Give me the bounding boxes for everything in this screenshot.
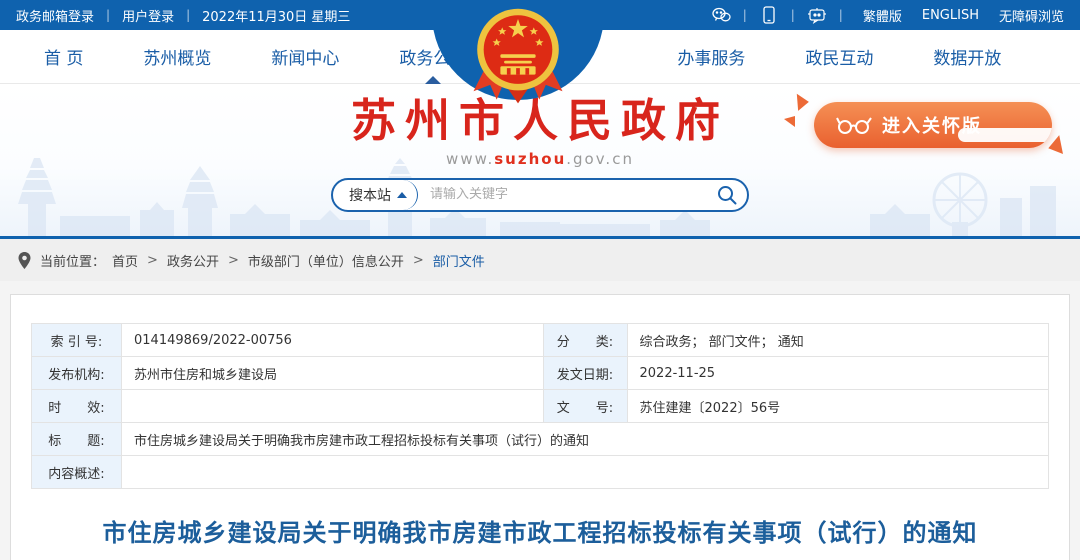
site-url: www.suzhou.gov.cn	[0, 150, 1080, 168]
search-scope-selector[interactable]: 搜本站	[333, 180, 418, 210]
nav-label: 首 页	[44, 49, 83, 69]
validity-label: 时 效:	[32, 390, 122, 423]
care-mode-area: 进入关怀版	[814, 102, 1052, 148]
breadcrumb-item-home[interactable]: 首页	[112, 251, 138, 270]
separator: |	[106, 8, 110, 22]
issue-date-label: 发文日期:	[543, 357, 627, 390]
current-date: 2022年11月30日 星期三	[202, 6, 350, 25]
nav-item-news-center[interactable]: 新闻中心	[269, 29, 341, 84]
page-body: 索 引 号: 014149869/2022-00756 分 类: 综合政务； 部…	[0, 281, 1080, 560]
issuing-agency-label: 发布机构:	[32, 357, 122, 390]
index-number-value: 014149869/2022-00756	[122, 324, 544, 357]
breadcrumb-item-gov-affairs[interactable]: 政务公开	[167, 251, 219, 270]
decor-swoosh	[958, 128, 1052, 142]
robot-icon[interactable]	[807, 6, 827, 24]
breadcrumb-prefix: 当前位置：	[40, 251, 105, 270]
category-label: 分 类:	[543, 324, 627, 357]
care-mode-button[interactable]: 进入关怀版	[814, 102, 1052, 148]
url-prefix: www.	[446, 150, 494, 168]
topbar-right: | | | 繁體版 ENGLISH 无障碍浏览	[711, 6, 1064, 25]
gov-mail-login-link[interactable]: 政务邮箱登录	[16, 6, 94, 25]
breadcrumb-item-department-docs[interactable]: 部门文件	[433, 251, 485, 270]
search-icon	[716, 184, 738, 206]
breadcrumb: 当前位置： 首页 > 政务公开 > 市级部门（单位）信息公开 > 部门文件	[0, 239, 1080, 281]
nav-item-home[interactable]: 首 页	[42, 29, 85, 84]
search-scope-label: 搜本站	[349, 185, 391, 205]
summary-label: 内容概述:	[32, 456, 122, 489]
url-suffix: .gov.cn	[566, 150, 634, 168]
english-link[interactable]: ENGLISH	[922, 8, 979, 23]
glasses-icon	[836, 115, 872, 135]
topbar-left: 政务邮箱登录 | 用户登录 | 2022年11月30日 星期三	[16, 6, 350, 25]
search-row: 搜本站	[0, 178, 1080, 212]
breadcrumb-separator: >	[413, 253, 424, 268]
traditional-chinese-link[interactable]: 繁體版	[863, 6, 902, 25]
national-emblem-icon	[471, 6, 565, 112]
table-row: 内容概述:	[32, 456, 1049, 489]
site-search: 搜本站	[331, 178, 749, 212]
mobile-icon[interactable]	[759, 6, 779, 24]
separator: |	[791, 8, 795, 22]
nav-item-open-data[interactable]: 数据开放	[931, 29, 1003, 84]
category-value: 综合政务； 部门文件； 通知	[627, 324, 1049, 357]
search-input[interactable]	[418, 187, 707, 202]
title-label: 标 题:	[32, 423, 122, 456]
separator: |	[743, 8, 747, 22]
decor-spark	[784, 116, 795, 127]
article-title: 市住房城乡建设局关于明确我市房建市政工程招标投标有关事项（试行）的通知	[31, 513, 1049, 548]
breadcrumb-separator: >	[228, 253, 239, 268]
accessibility-link[interactable]: 无障碍浏览	[999, 6, 1064, 25]
table-row: 时 效: 文 号: 苏住建建〔2022〕56号	[32, 390, 1049, 423]
nav-item-interaction[interactable]: 政民互动	[803, 29, 875, 84]
location-pin-icon	[18, 252, 31, 269]
nav-label: 数据开放	[933, 49, 1001, 69]
document-card: 索 引 号: 014149869/2022-00756 分 类: 综合政务； 部…	[10, 294, 1070, 560]
separator: |	[186, 8, 190, 22]
nav-item-services[interactable]: 办事服务	[675, 29, 747, 84]
user-login-link[interactable]: 用户登录	[122, 6, 174, 25]
doc-number-value: 苏住建建〔2022〕56号	[627, 390, 1049, 423]
nav-label: 新闻中心	[271, 49, 339, 69]
url-highlight: suzhou	[494, 150, 566, 168]
table-row: 索 引 号: 014149869/2022-00756 分 类: 综合政务； 部…	[32, 324, 1049, 357]
summary-value	[122, 456, 1049, 489]
search-button[interactable]	[707, 180, 747, 210]
table-row: 发布机构: 苏州市住房和城乡建设局 发文日期: 2022-11-25	[32, 357, 1049, 390]
breadcrumb-item-department-info[interactable]: 市级部门（单位）信息公开	[248, 251, 404, 270]
nav-label: 政民互动	[805, 49, 873, 69]
active-tab-indicator	[425, 76, 441, 84]
nav-label: 苏州概览	[143, 49, 211, 69]
index-number-label: 索 引 号:	[32, 324, 122, 357]
wechat-icon[interactable]	[711, 6, 731, 24]
separator: |	[839, 8, 843, 22]
issuing-agency-value: 苏州市住房和城乡建设局	[122, 357, 544, 390]
nav-item-suzhou-overview[interactable]: 苏州概览	[141, 29, 213, 84]
doc-number-label: 文 号:	[543, 390, 627, 423]
table-row: 标 题: 市住房城乡建设局关于明确我市房建市政工程招标投标有关事项（试行）的通知	[32, 423, 1049, 456]
nav-label: 办事服务	[677, 49, 745, 69]
document-meta-table: 索 引 号: 014149869/2022-00756 分 类: 综合政务； 部…	[31, 323, 1049, 489]
caret-up-icon	[397, 192, 407, 198]
issue-date-value: 2022-11-25	[627, 357, 1049, 390]
breadcrumb-separator: >	[147, 253, 158, 268]
title-value: 市住房城乡建设局关于明确我市房建市政工程招标投标有关事项（试行）的通知	[122, 423, 1049, 456]
validity-value	[122, 390, 544, 423]
